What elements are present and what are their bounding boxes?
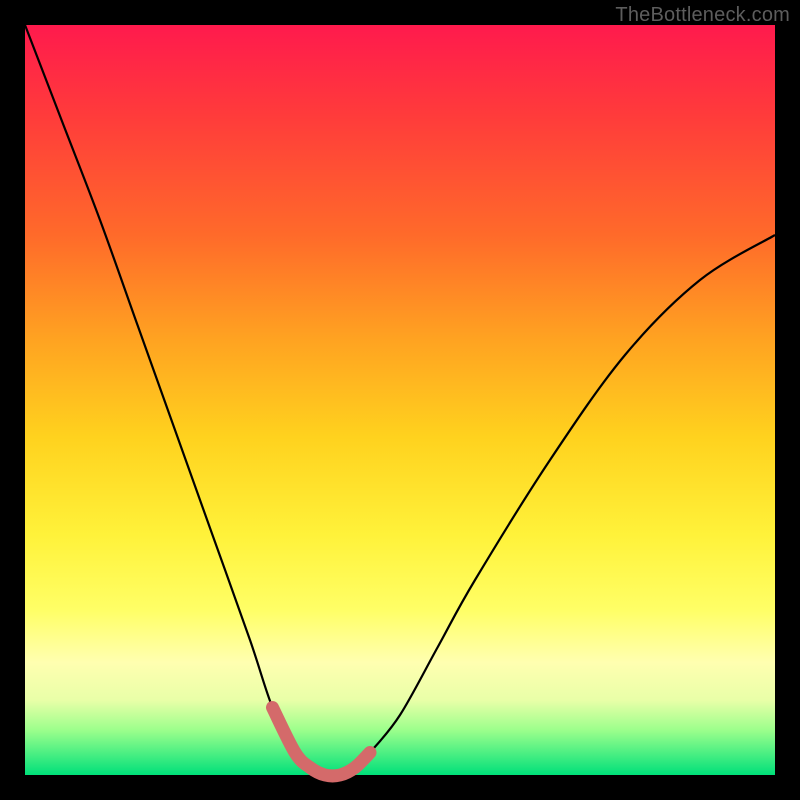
bottleneck-curve-path <box>25 25 775 776</box>
chart-frame: TheBottleneck.com <box>0 0 800 800</box>
watermark-text: TheBottleneck.com <box>615 4 790 27</box>
plot-area <box>25 25 775 775</box>
trough-highlight-path <box>273 708 371 776</box>
bottleneck-curve-svg <box>25 25 775 775</box>
